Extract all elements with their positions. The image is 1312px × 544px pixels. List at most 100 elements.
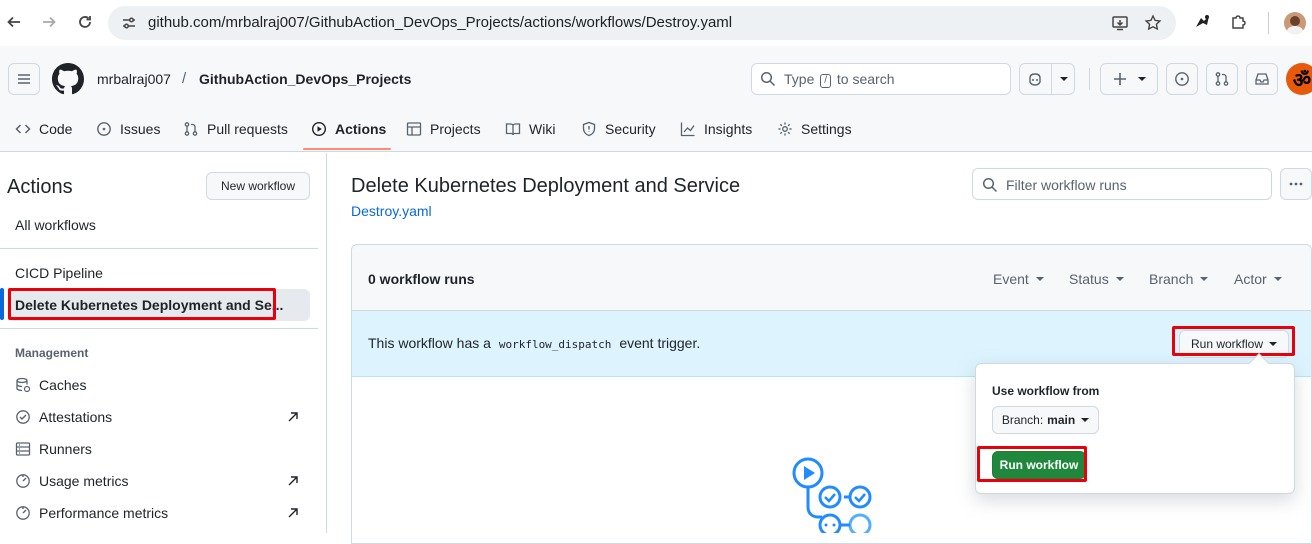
verified-icon: [16, 410, 30, 424]
filter-runs-input[interactable]: Filter workflow runs: [972, 168, 1272, 200]
sidebar-title: Actions: [7, 176, 73, 198]
pull-requests-button[interactable]: [1206, 63, 1238, 95]
filter-label: Status: [1069, 271, 1109, 287]
reload-icon[interactable]: [74, 11, 96, 33]
repo-owner-link[interactable]: mrbalraj007: [97, 71, 171, 87]
back-icon[interactable]: [3, 11, 25, 33]
tab-issues[interactable]: Issues: [96, 106, 160, 152]
git-pull-request-icon: [1215, 72, 1229, 86]
url-text[interactable]: github.com/mrbalraj007/GithubAction_DevO…: [148, 14, 732, 31]
chevron-down-icon: [1035, 277, 1044, 281]
book-icon: [505, 123, 521, 136]
play-icon: [311, 121, 327, 137]
inbox-button[interactable]: [1246, 63, 1278, 95]
issue-icon: [97, 122, 111, 136]
menu-button[interactable]: [8, 63, 40, 95]
sidebar-divider: [0, 328, 318, 329]
repo-tabs: Code Issues Pull requests Actions Projec…: [0, 106, 1312, 152]
event-filter-dropdown[interactable]: Event: [993, 271, 1044, 287]
chevron-down-icon: [1273, 277, 1282, 281]
sidebar-item-label: Attestations: [39, 409, 113, 425]
profile-avatar-icon[interactable]: [1284, 12, 1306, 34]
chevron-down-icon: [1115, 277, 1124, 281]
selected-indicator: [0, 288, 4, 320]
chevron-down-icon: [1200, 277, 1209, 281]
repo-name-link[interactable]: GithubAction_DevOps_Projects: [199, 71, 411, 87]
runs-count: 0 workflow runs: [368, 271, 475, 287]
github-logo-icon[interactable]: [52, 63, 84, 95]
tab-label: Settings: [801, 121, 852, 137]
tab-label: Security: [605, 121, 656, 137]
install-app-icon[interactable]: [1111, 14, 1129, 32]
sidebar-item-caches[interactable]: Caches: [8, 369, 310, 401]
toolbar-divider: [1268, 12, 1269, 34]
sidebar-item-label: Performance metrics: [39, 505, 169, 521]
use-workflow-from-label: Use workflow from: [992, 384, 1100, 398]
gear-icon: [778, 122, 792, 136]
tab-actions[interactable]: Actions: [311, 106, 386, 152]
search-input[interactable]: Type / to search: [751, 63, 1011, 95]
site-settings-icon[interactable]: [120, 14, 138, 32]
shield-icon: [582, 121, 596, 137]
meter-icon: [16, 506, 30, 520]
filter-label: Branch: [1149, 271, 1194, 287]
sidebar-item-label: Runners: [39, 441, 92, 457]
github-header: mrbalraj007 / GithubAction_DevOps_Projec…: [0, 46, 1312, 152]
search-shortcut-key: /: [820, 74, 832, 88]
forward-icon[interactable]: [38, 11, 60, 33]
branch-value: main: [1047, 413, 1076, 427]
tab-insights[interactable]: Insights: [680, 106, 752, 152]
search-placeholder-prefix: Type: [784, 71, 815, 87]
actor-filter-dropdown[interactable]: Actor: [1234, 271, 1282, 287]
sidebar-item-all-workflows[interactable]: All workflows: [8, 209, 310, 241]
filter-placeholder: Filter workflow runs: [1006, 177, 1127, 193]
workflow-file-link[interactable]: Destroy.yaml: [351, 203, 432, 219]
branch-select-button[interactable]: Branch: main: [992, 406, 1099, 434]
tab-pull-requests[interactable]: Pull requests: [183, 106, 288, 152]
filter-label: Event: [993, 271, 1029, 287]
tab-label: Pull requests: [207, 121, 288, 137]
new-workflow-button[interactable]: New workflow: [206, 172, 310, 200]
user-avatar[interactable]: ॐ: [1286, 63, 1312, 95]
tab-label: Issues: [120, 121, 161, 137]
sidebar-item-attestations[interactable]: Attestations: [8, 401, 310, 433]
search-placeholder-suffix: to search: [836, 71, 895, 87]
tab-code[interactable]: Code: [15, 106, 72, 152]
copilot-button[interactable]: [1019, 63, 1075, 95]
status-filter-dropdown[interactable]: Status: [1069, 271, 1124, 287]
tab-security[interactable]: Security: [581, 106, 656, 152]
external-link-icon: [288, 508, 298, 518]
workflow-title: Delete Kubernetes Deployment and Service: [351, 175, 741, 197]
tab-settings[interactable]: Settings: [777, 106, 852, 152]
more-options-button[interactable]: [1280, 168, 1312, 200]
tab-label: Code: [39, 121, 73, 137]
sidebar-divider: [0, 248, 318, 249]
actions-sidebar: Actions New workflow All workflows CICD …: [0, 153, 327, 533]
issue-opened-icon: [1175, 72, 1189, 86]
sidebar-item-performance-metrics[interactable]: Performance metrics: [8, 497, 310, 529]
branch-filter-dropdown[interactable]: Branch: [1149, 271, 1209, 287]
issues-button[interactable]: [1166, 63, 1198, 95]
chevron-down-icon: [1081, 418, 1090, 422]
tab-label: Insights: [704, 121, 753, 137]
code-icon: [15, 124, 31, 134]
tab-wiki[interactable]: Wiki: [505, 106, 555, 152]
management-heading: Management: [15, 346, 89, 360]
highlight-box: [977, 446, 1087, 482]
extension-icon[interactable]: [1193, 12, 1213, 32]
tab-projects[interactable]: Projects: [406, 106, 481, 152]
create-new-button[interactable]: [1100, 63, 1158, 95]
sidebar-item-usage-metrics[interactable]: Usage metrics: [8, 465, 310, 497]
highlight-box: [8, 288, 276, 320]
extensions-puzzle-icon[interactable]: [1229, 12, 1249, 32]
inbox-icon: [1255, 73, 1269, 85]
runs-header: 0 workflow runs Event Status Branch Acto…: [352, 245, 1311, 311]
chevron-down-icon: [1138, 77, 1146, 81]
sidebar-item-runners[interactable]: Runners: [8, 433, 310, 465]
hamburger-icon: [18, 74, 30, 84]
external-link-icon: [288, 476, 298, 486]
bookmark-star-icon[interactable]: [1144, 14, 1162, 32]
search-icon: [982, 177, 998, 193]
sidebar-item-cicd-pipeline[interactable]: CICD Pipeline: [8, 257, 310, 289]
address-bar[interactable]: github.com/mrbalraj007/GithubAction_DevO…: [108, 6, 1176, 40]
